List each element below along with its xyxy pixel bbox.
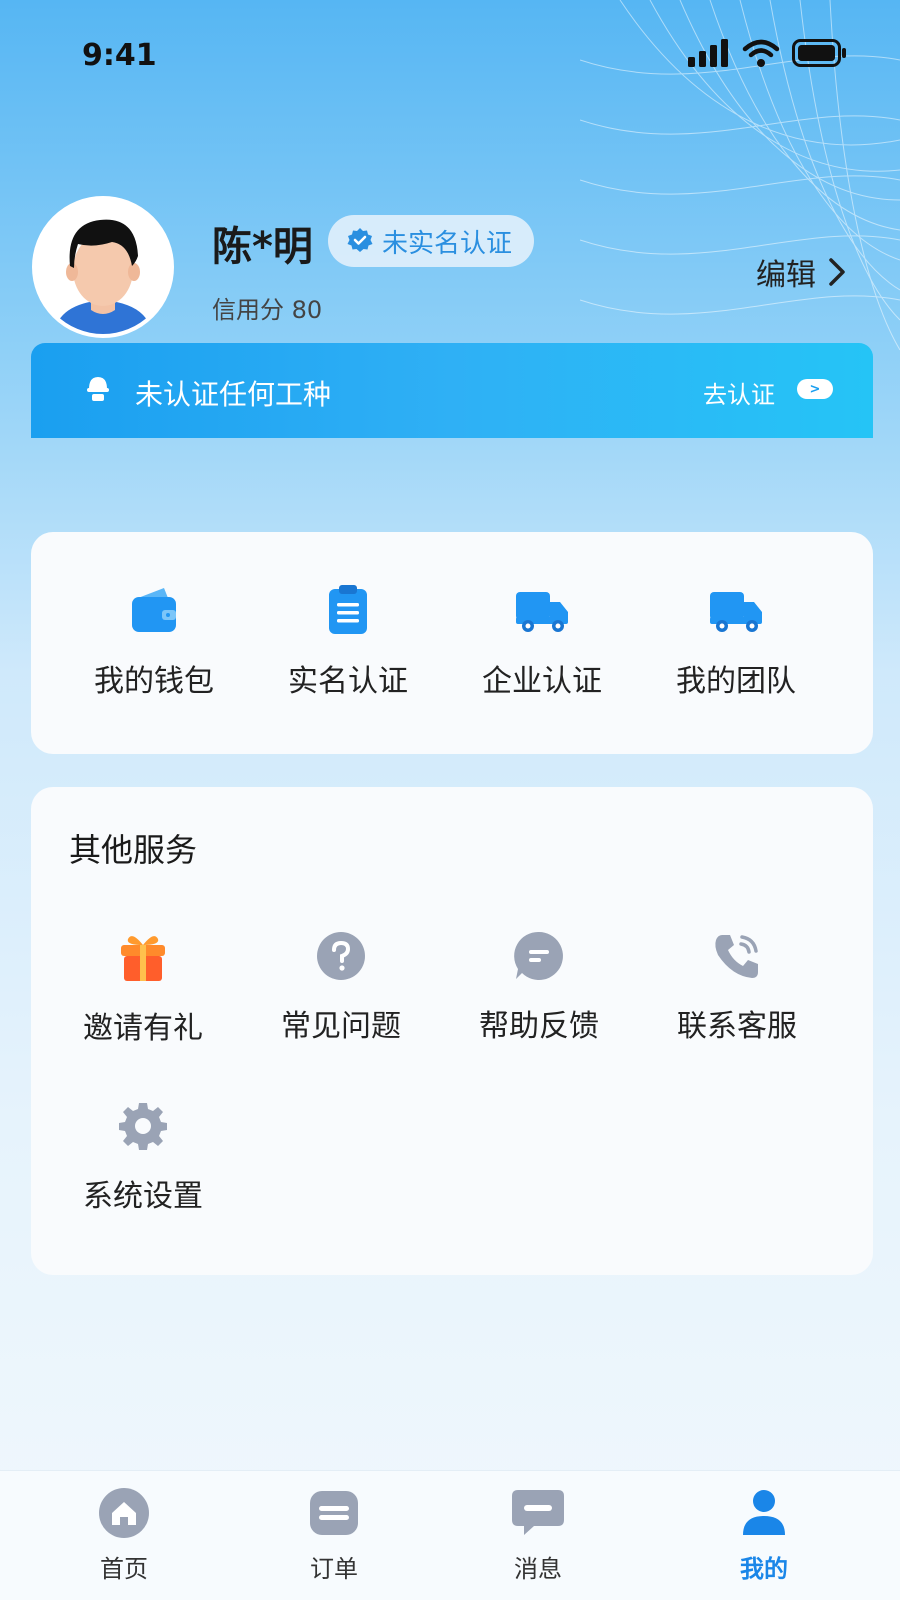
signal-icon bbox=[688, 39, 728, 67]
service-label: 系统设置 bbox=[83, 1179, 203, 1214]
tab-messages[interactable]: 消息 bbox=[478, 1487, 598, 1584]
chevron-right-icon bbox=[829, 258, 845, 286]
bottom-tab-bar: 首页 订单 消息 我的 bbox=[0, 1470, 900, 1600]
service-contact[interactable]: 联系客服 bbox=[637, 931, 837, 1045]
quick-action-label: 我的团队 bbox=[676, 664, 796, 699]
verified-shield-icon bbox=[347, 228, 373, 252]
quick-action-label: 实名认证 bbox=[288, 664, 408, 699]
services-title: 其他服务 bbox=[69, 831, 198, 869]
credit-score: 信用分 80 bbox=[212, 296, 323, 324]
gift-icon bbox=[121, 936, 165, 981]
tab-orders[interactable]: 订单 bbox=[274, 1487, 394, 1584]
message-icon bbox=[512, 1490, 564, 1535]
quick-action-realname[interactable]: 实名认证 bbox=[248, 584, 448, 700]
services-card: 其他服务 邀请有礼 常见问题 帮助反馈 联系客服 系统设置 bbox=[31, 787, 873, 1275]
home-icon bbox=[99, 1488, 149, 1538]
tab-label: 消息 bbox=[514, 1555, 562, 1583]
tab-mine[interactable]: 我的 bbox=[704, 1487, 824, 1584]
truck-icon bbox=[710, 592, 762, 632]
quick-action-label: 我的钱包 bbox=[94, 664, 214, 699]
gear-icon bbox=[119, 1103, 167, 1150]
tab-label: 我的 bbox=[740, 1555, 788, 1583]
user-name: 陈*明 bbox=[212, 224, 313, 270]
status-time: 9:41 bbox=[82, 38, 157, 73]
order-icon bbox=[310, 1491, 358, 1535]
avatar-illustration bbox=[36, 200, 170, 334]
service-label: 联系客服 bbox=[677, 1009, 797, 1044]
quick-actions-card: 我的钱包 实名认证 企业认证 我的团队 bbox=[31, 532, 873, 754]
question-icon bbox=[317, 932, 365, 980]
banner-text: 未认证任何工种 bbox=[135, 378, 332, 411]
status-bar: 9:41 bbox=[0, 0, 900, 110]
banner-arrow-icon[interactable]: > bbox=[797, 379, 833, 399]
user-icon bbox=[743, 1490, 785, 1535]
service-feedback[interactable]: 帮助反馈 bbox=[439, 931, 639, 1045]
edit-label: 编辑 bbox=[756, 258, 816, 293]
feedback-icon bbox=[514, 931, 563, 980]
service-label: 帮助反馈 bbox=[479, 1009, 599, 1044]
service-invite[interactable]: 邀请有礼 bbox=[43, 931, 243, 1047]
truck-icon bbox=[516, 592, 568, 632]
battery-icon bbox=[792, 39, 846, 67]
hardhat-icon bbox=[87, 377, 109, 401]
phone-icon bbox=[715, 935, 758, 978]
status-icons bbox=[688, 38, 848, 68]
quick-action-enterprise[interactable]: 企业认证 bbox=[442, 584, 642, 700]
tab-label: 订单 bbox=[310, 1555, 358, 1583]
quick-action-team[interactable]: 我的团队 bbox=[636, 584, 836, 700]
wifi-icon bbox=[742, 39, 780, 67]
avatar[interactable] bbox=[32, 196, 174, 338]
certification-banner[interactable]: 未认证任何工种 去认证 > bbox=[31, 343, 873, 438]
verify-badge[interactable]: 未实名认证 bbox=[328, 215, 535, 267]
edit-profile-button[interactable]: 编辑 bbox=[756, 250, 846, 294]
banner-action-link[interactable]: 去认证 bbox=[703, 375, 775, 410]
tab-label: 首页 bbox=[100, 1555, 148, 1583]
quick-action-wallet[interactable]: 我的钱包 bbox=[54, 584, 254, 700]
quick-action-label: 企业认证 bbox=[482, 664, 602, 699]
tab-home[interactable]: 首页 bbox=[64, 1487, 184, 1584]
service-settings[interactable]: 系统设置 bbox=[43, 1101, 243, 1215]
service-label: 常见问题 bbox=[281, 1009, 401, 1044]
service-label: 邀请有礼 bbox=[83, 1011, 203, 1046]
verify-badge-label: 未实名认证 bbox=[382, 228, 513, 259]
service-faq[interactable]: 常见问题 bbox=[241, 931, 441, 1045]
wallet-icon bbox=[132, 588, 176, 632]
clipboard-icon bbox=[329, 585, 367, 634]
